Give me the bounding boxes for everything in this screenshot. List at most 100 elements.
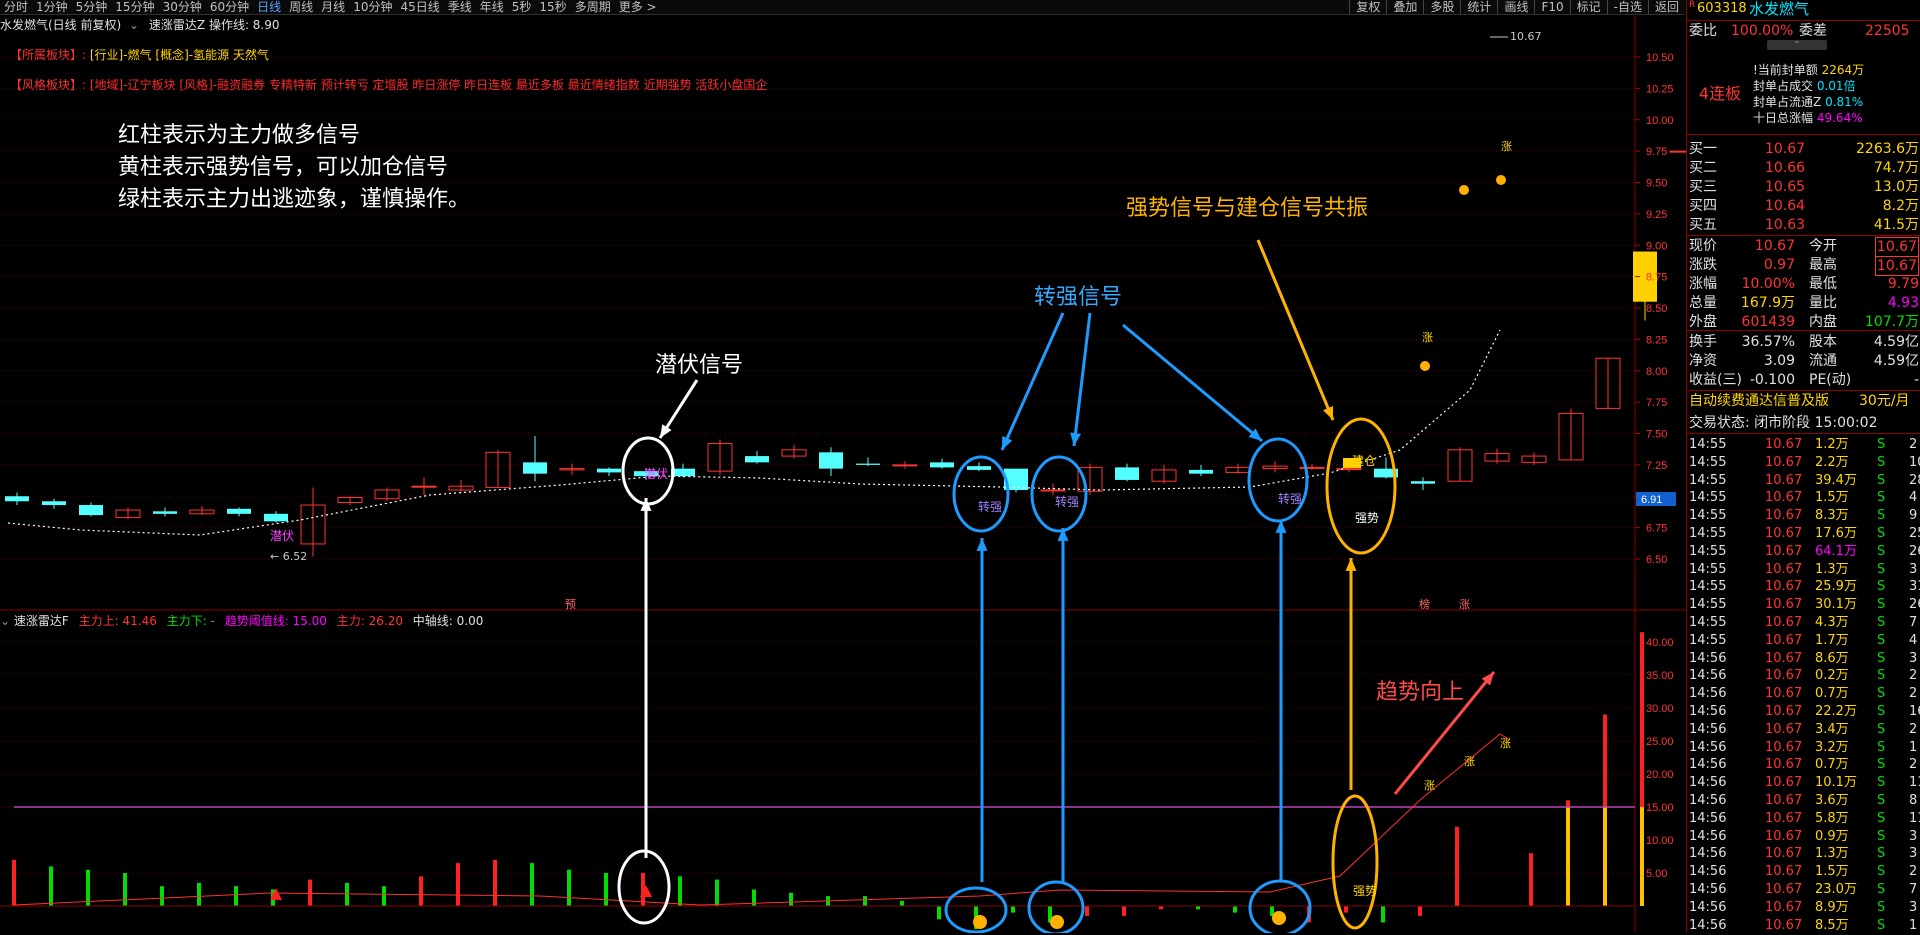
- zhuanqiang-arrow-2: [1072, 312, 1092, 447]
- indicator-bar: [530, 863, 534, 906]
- marker-zhuanqiang-1: 转强: [978, 499, 1002, 514]
- candle-body: [597, 468, 621, 473]
- promo-row[interactable]: 自动续费通达信普及版 30元/月: [1687, 392, 1920, 410]
- marker-low-label: ← 6.52: [270, 550, 307, 563]
- candle-body: [892, 464, 918, 467]
- price-axis-label: 10.25: [1646, 83, 1674, 95]
- tick-row: 14:5510.6717.6万S25: [1689, 526, 1920, 541]
- trade-status: 交易状态: 闭市阶段 15:00:02: [1689, 415, 1878, 431]
- candle-body: [856, 463, 880, 465]
- candle-body: [153, 511, 177, 514]
- tick-row: 14:5510.6725.9万S31: [1689, 579, 1920, 595]
- candle-body: [523, 462, 547, 474]
- price-axis-label: 10.00: [1646, 115, 1674, 127]
- indicator-bar: [1122, 906, 1126, 916]
- up-arrow-icon: [1272, 911, 1286, 925]
- marker-qiangshi-low: 强势: [1353, 884, 1377, 898]
- book-row-1: 买二 10.66 74.7万: [1689, 160, 1919, 176]
- indicator-zl: 主力: 26.20: [336, 614, 403, 628]
- expand-handle-icon[interactable]: ⌃: [1767, 40, 1827, 50]
- indicator-bar-top: [1603, 714, 1607, 807]
- zhuanqiang-arrow-3: [1122, 323, 1263, 443]
- tick-row: 14:5510.672.2万S10: [1689, 454, 1920, 470]
- price-axis-label: 7.50: [1646, 429, 1667, 441]
- gongzhen-arrow-head: [1323, 406, 1334, 420]
- up-arrow-icon: [1050, 915, 1064, 929]
- stock-code: 603318: [1697, 1, 1747, 16]
- annotation-zhuanqiang: 转强信号: [1034, 285, 1123, 310]
- indicator-bar: [678, 876, 682, 906]
- tick-row: 14:55 10.67 1.2万 S 2: [1689, 437, 1918, 452]
- indicator-bar: [604, 873, 608, 906]
- indicator-bar: [160, 886, 164, 906]
- indicator-bar: [197, 882, 201, 906]
- indicator-bar: [900, 900, 904, 906]
- tick-row: 14:56 10.67 3.2万 S 1: [1689, 739, 1918, 755]
- tick-row: 14:56 10.67 1.3万 S 3: [1689, 846, 1918, 862]
- indicator-bar-top: [1566, 800, 1570, 807]
- gongzhen-arrow: [1256, 239, 1335, 421]
- candle-body: [967, 466, 991, 470]
- marker-qiangshi: 强势: [1355, 511, 1379, 525]
- annotation-qushi: 趋势向上: [1376, 680, 1465, 705]
- candle-body: [745, 456, 769, 463]
- candle-body: [42, 501, 66, 506]
- indicator-axis-label: 40.00: [1646, 637, 1674, 649]
- tick-row: 14:55 10.67 1.7万 S 4: [1689, 632, 1918, 648]
- indicator-bar: [567, 869, 571, 906]
- indicator-bar: [234, 886, 238, 906]
- zhuanqiang-circle-3: [1247, 437, 1309, 523]
- up-arrow-icon: [973, 915, 987, 929]
- tick-row: 14:5610.6722.2万S16: [1689, 704, 1920, 719]
- price-axis-label: 6.75: [1646, 523, 1667, 535]
- candle-body: [1336, 468, 1362, 471]
- fund-row-1: 净资 3.09 流通 4.59亿: [1689, 353, 1919, 369]
- book-row-4: 买五 10.63 41.5万: [1689, 217, 1919, 233]
- candle-body: [671, 468, 695, 477]
- quote-panel: R 603318 水发燃气 委比 100.00% 委差 22505 ⌃ 4连板 …: [1686, 0, 1920, 933]
- price-tag: 6.91: [1641, 494, 1662, 506]
- indicator-bar: [937, 906, 941, 920]
- divider: [1687, 235, 1920, 236]
- indicator-axis-label: 25.00: [1646, 736, 1674, 748]
- tick-row: 14:56 10.67 8.6万 S 3: [1689, 650, 1918, 666]
- candle-body: [1411, 481, 1435, 484]
- candle-body: [819, 452, 843, 469]
- indicator-collapse-icon[interactable]: ⌄: [0, 614, 10, 628]
- marker-yu: 预: [565, 598, 576, 611]
- webi-row: 委比 100.00% 委差 22505: [1689, 23, 1910, 39]
- divider: [1687, 330, 1920, 331]
- indicator-bar: [345, 882, 349, 906]
- indicator-bar: [789, 892, 793, 906]
- marker-zhuanqiang-2: 转强: [1055, 494, 1079, 509]
- marker-zhang-5: 涨: [1500, 737, 1511, 750]
- indicator-bar: [49, 866, 53, 906]
- chart-canvas[interactable]: 潜伏← 6.52潜伏转强 转强 转强强势强势建仓10.67预榜涨涨涨涨涨涨 10.5…: [0, 0, 1686, 933]
- indicator-bar: [456, 863, 460, 906]
- zl-line: [13, 733, 1511, 906]
- tick-row: 14:56 10.67 8.5万 S 1: [1689, 917, 1918, 933]
- zhuanqiang-arrow-up-1-head: [976, 538, 988, 551]
- candles-group: [5, 150, 1686, 557]
- indicator-bar: [1344, 906, 1348, 913]
- indicator-bar: [86, 869, 90, 906]
- gongzhen-arrow-up-head: [1345, 558, 1357, 571]
- indicator-name: 速涨雷达F: [13, 614, 69, 628]
- indicator-axis-label: 20.00: [1646, 769, 1674, 781]
- book-row-0: 买一 10.67 2263.6万: [1689, 141, 1919, 157]
- price-axis-label: 8.75: [1646, 272, 1667, 284]
- indicator-bar: [715, 879, 719, 906]
- coin-icon: [1496, 175, 1506, 185]
- indicator-zl-up: 主力上: 41.46: [78, 614, 157, 628]
- divider: [1687, 134, 1920, 135]
- indicator-axis-label: 5.00: [1646, 868, 1667, 880]
- tick-row: 14:56 10.67 0.7万 S 2: [1689, 686, 1918, 702]
- indicator-bar: [1418, 906, 1422, 916]
- indicator-bar: [863, 896, 867, 906]
- tick-row: 14:56 10.67 3.6万 S 8: [1689, 793, 1918, 808]
- zhuanqiang-circle-low-3: [1248, 879, 1312, 933]
- price-axis-label: 9.50: [1646, 178, 1667, 190]
- candle-body: [1299, 466, 1325, 469]
- tick-row: 14:55 10.67 4.3万 S 7: [1689, 615, 1918, 630]
- marker-zhang-2: 涨: [1422, 331, 1433, 344]
